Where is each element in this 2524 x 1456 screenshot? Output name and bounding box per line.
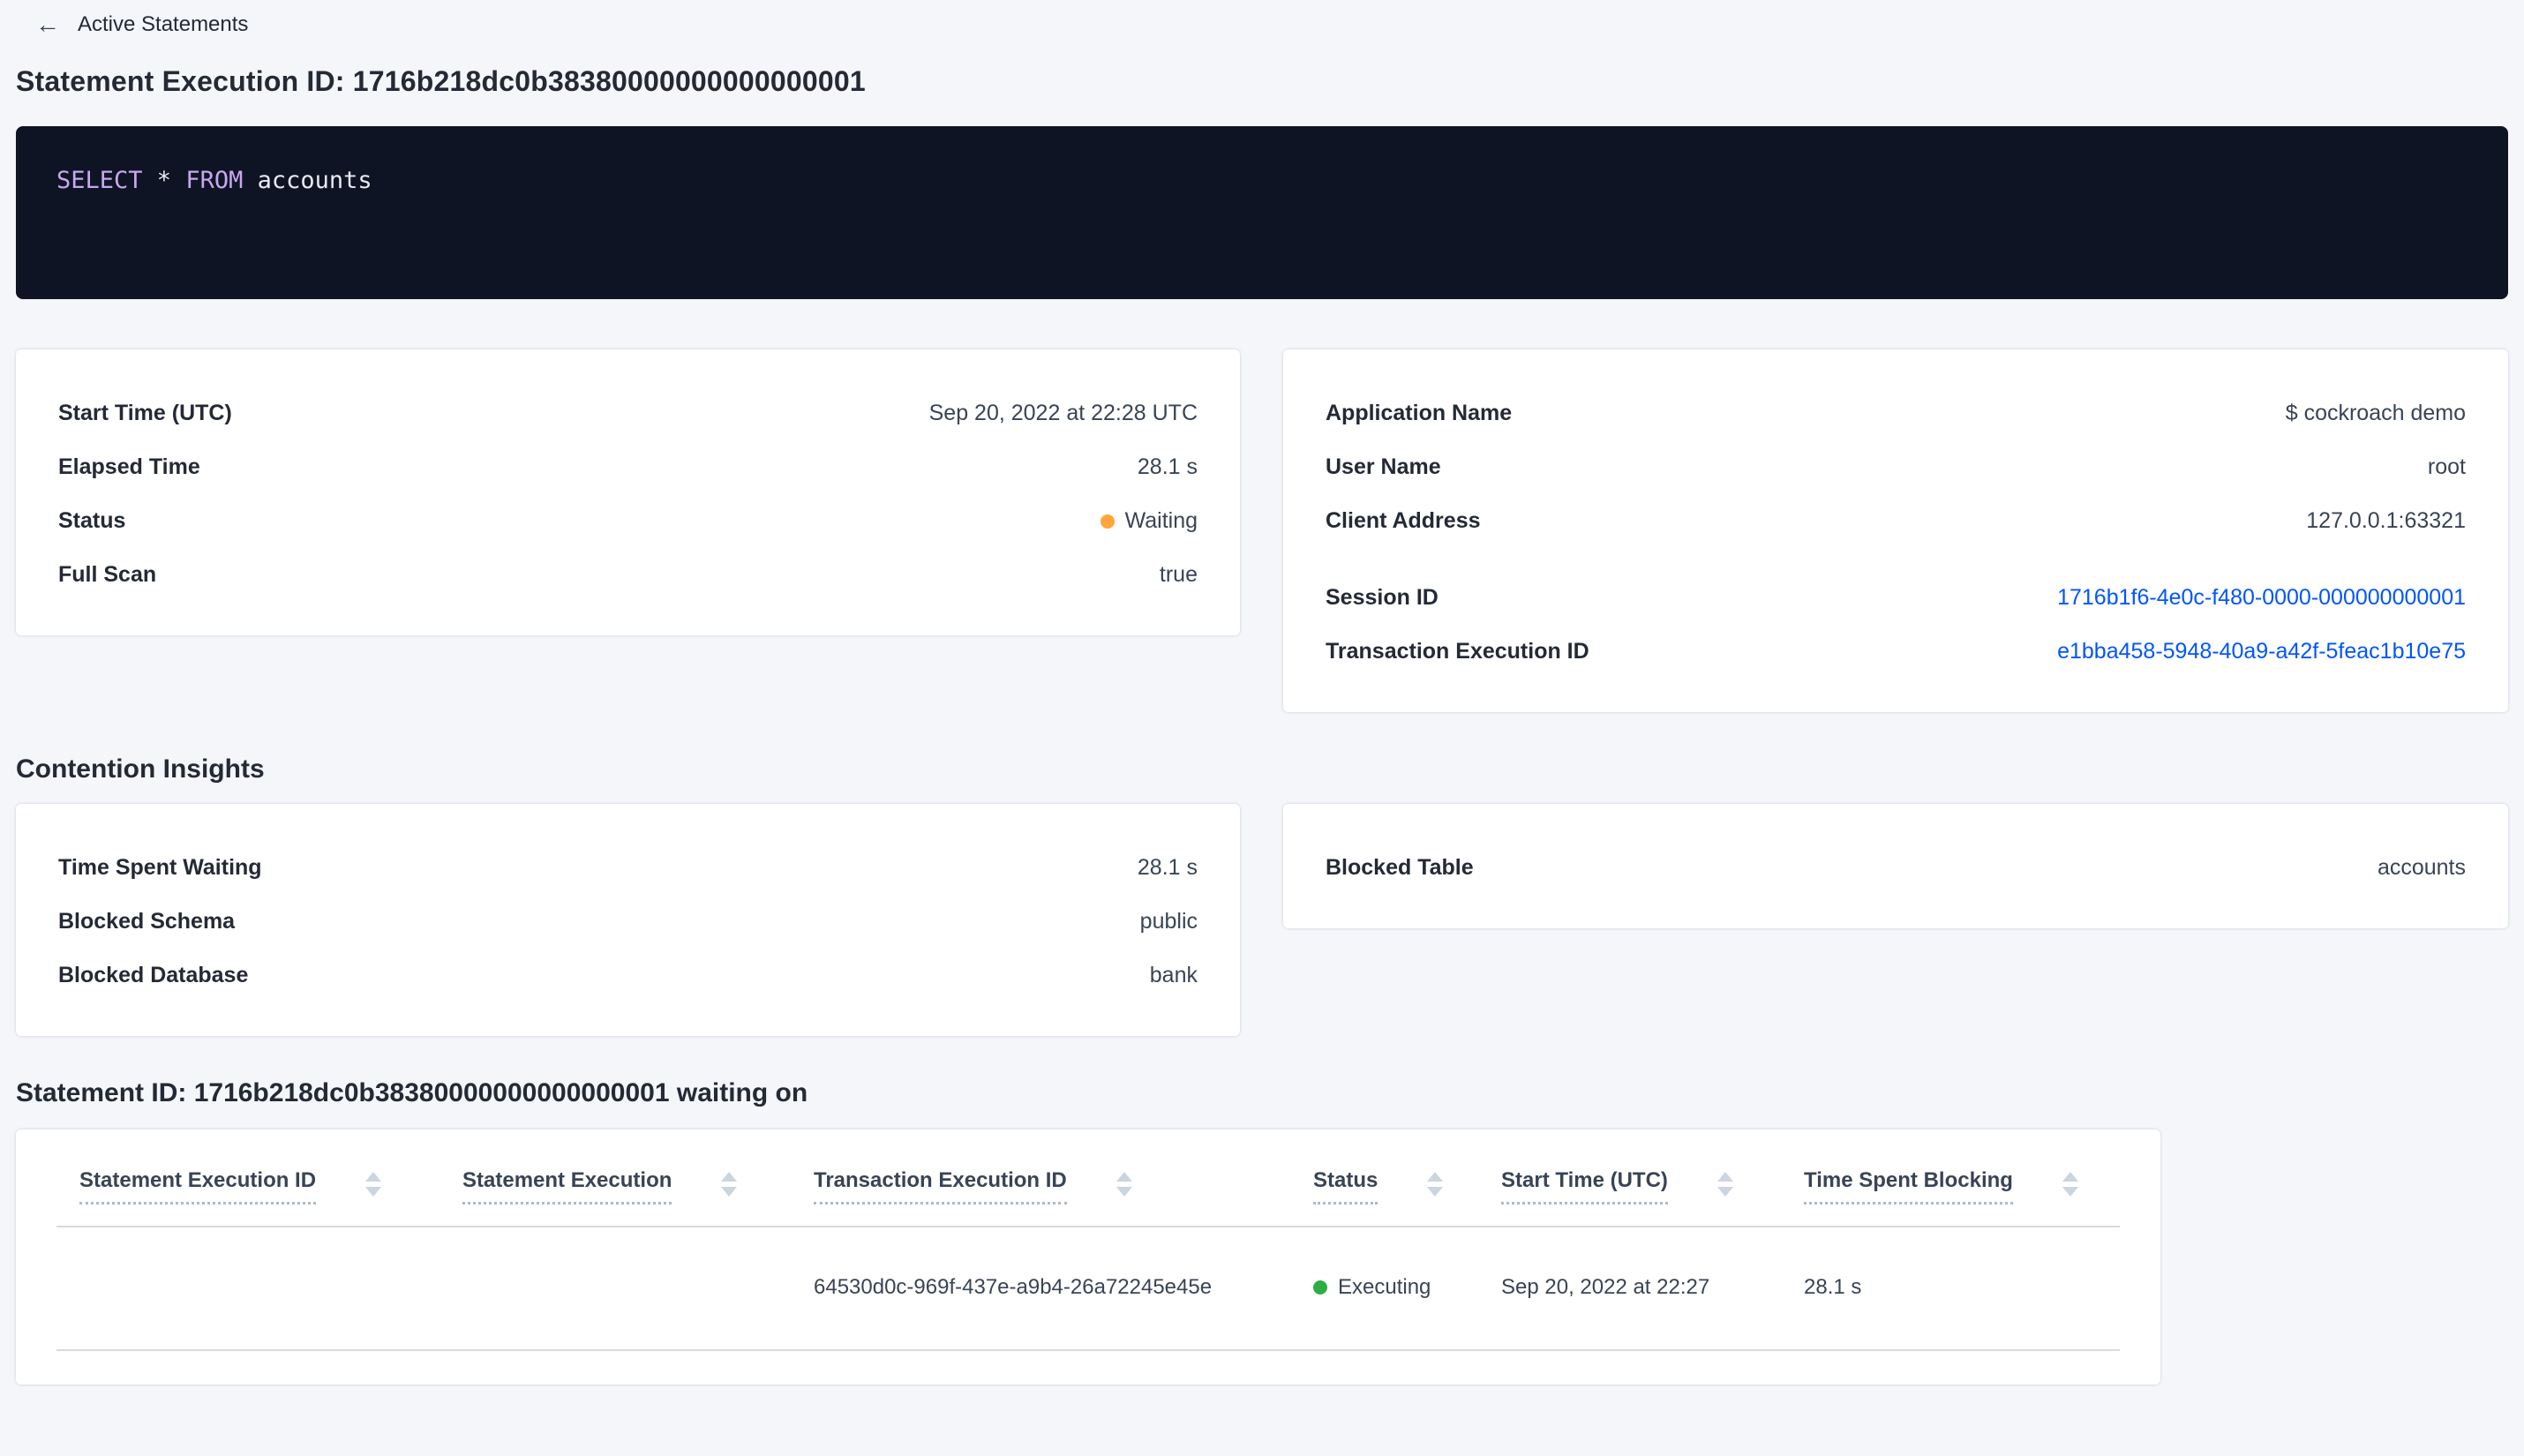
cell-start-time: Sep 20, 2022 at 22:27: [1501, 1275, 1710, 1299]
status-executing-dot-icon: [1313, 1280, 1327, 1295]
sort-arrows-icon[interactable]: [1116, 1172, 1132, 1197]
page-title: Statement Execution ID: 1716b218dc0b3838…: [16, 65, 866, 97]
table-row: 64530d0c-969f-437e-a9b4-26a72245e45e Exe…: [56, 1227, 2120, 1349]
blocked-table-card: Blocked Table accounts: [1283, 804, 2508, 928]
row-blocked-schema: Blocked Schema public: [58, 895, 1198, 949]
row-start-time: Start Time (UTC) Sep 20, 2022 at 22:28 U…: [58, 387, 1198, 440]
cell-time-spent-blocking: 28.1 s: [1804, 1275, 1862, 1299]
transaction-execution-id-label: Transaction Execution ID: [1326, 639, 1589, 664]
row-status: Status Waiting: [58, 494, 1198, 548]
breadcrumb-label: Active Statements: [78, 12, 249, 36]
full-scan-label: Full Scan: [58, 562, 157, 587]
application-name-label: Application Name: [1326, 401, 1513, 425]
sql-table-name: accounts: [243, 167, 372, 194]
user-name-value: root: [2427, 454, 2466, 479]
user-name-label: User Name: [1326, 454, 1441, 479]
blocked-table-value: accounts: [2377, 855, 2466, 880]
sql-keyword-from: FROM: [185, 167, 244, 194]
cell-status-badge: Executing: [1313, 1275, 1501, 1300]
start-time-value: Sep 20, 2022 at 22:28 UTC: [928, 401, 1198, 425]
client-address-label: Client Address: [1326, 508, 1481, 533]
contention-cards-row: Time Spent Waiting 28.1 s Blocked Schema…: [16, 804, 2508, 1036]
session-card-spacer: [1326, 548, 2466, 571]
blocked-database-value: bank: [1149, 963, 1198, 987]
sql-statement-text: SELECT * FROM accounts: [56, 167, 372, 194]
execution-details-card: Start Time (UTC) Sep 20, 2022 at 22:28 U…: [16, 349, 1240, 635]
session-id-link[interactable]: 1716b1f6-4e0c-f480-0000-000000000001: [2057, 585, 2466, 611]
sort-arrows-icon[interactable]: [365, 1172, 382, 1197]
sort-arrows-icon[interactable]: [1427, 1172, 1444, 1197]
column-header-transaction-execution-id[interactable]: Transaction Execution ID: [814, 1168, 1313, 1205]
blocked-schema-label: Blocked Schema: [58, 909, 236, 934]
client-address-value: 127.0.0.1:63321: [2306, 508, 2466, 533]
session-details-card: Application Name $ cockroach demo User N…: [1283, 349, 2508, 712]
column-header-statement-execution-id[interactable]: Statement Execution ID: [79, 1168, 462, 1205]
sort-arrows-icon[interactable]: [721, 1172, 738, 1197]
waiting-on-heading: Statement ID: 1716b218dc0b38380000000000…: [16, 1078, 808, 1107]
row-client-address: Client Address 127.0.0.1:63321: [1326, 494, 2466, 548]
application-name-value: $ cockroach demo: [2285, 401, 2466, 425]
sql-keyword-select: SELECT: [56, 167, 143, 194]
row-blocked-table: Blocked Table accounts: [1326, 841, 2466, 895]
waiting-on-table-card: Statement Execution ID Statement Executi…: [16, 1130, 2160, 1385]
status-waiting-text: Waiting: [1124, 508, 1198, 533]
breadcrumb-back-active-statements[interactable]: ← Active Statements: [16, 0, 2508, 41]
contention-insights-heading: Contention Insights: [16, 754, 265, 784]
elapsed-time-value: 28.1 s: [1137, 454, 1198, 479]
status-waiting-dot-icon: [1100, 514, 1115, 529]
row-user-name: User Name root: [1326, 440, 2466, 494]
overview-cards-row: Start Time (UTC) Sep 20, 2022 at 22:28 U…: [16, 349, 2508, 712]
transaction-execution-id-link[interactable]: e1bba458-5948-40a9-a42f-5feac1b10e75: [2057, 639, 2466, 664]
status-badge: Waiting: [1100, 508, 1198, 534]
statement-execution-details-page: ← Active Statements Statement Execution …: [0, 0, 2524, 1385]
start-time-label: Start Time (UTC): [58, 401, 232, 425]
full-scan-value: true: [1159, 562, 1198, 587]
row-application-name: Application Name $ cockroach demo: [1326, 387, 2466, 440]
blocked-schema-value: public: [1139, 909, 1198, 934]
column-header-status[interactable]: Status: [1313, 1168, 1501, 1205]
waiting-on-table: Statement Execution ID Statement Executi…: [56, 1168, 2120, 1385]
back-arrow-icon: ←: [35, 11, 60, 38]
status-label: Status: [58, 508, 126, 533]
row-blocked-database: Blocked Database bank: [58, 949, 1198, 1002]
column-header-time-spent-blocking[interactable]: Time Spent Blocking: [1804, 1168, 2120, 1205]
row-transaction-execution-id: Transaction Execution ID e1bba458-5948-4…: [1326, 625, 2466, 679]
time-spent-waiting-value: 28.1 s: [1137, 855, 1198, 880]
row-full-scan: Full Scan true: [58, 548, 1198, 602]
table-footer-space: [56, 1351, 2120, 1385]
blocked-database-label: Blocked Database: [58, 963, 249, 987]
row-session-id: Session ID 1716b1f6-4e0c-f480-0000-00000…: [1326, 571, 2466, 625]
sort-arrows-icon[interactable]: [1716, 1172, 1733, 1197]
elapsed-time-label: Elapsed Time: [58, 454, 200, 479]
blocked-table-label: Blocked Table: [1326, 855, 1474, 880]
sql-operator: *: [142, 167, 186, 194]
sql-statement-box: SELECT * FROM accounts: [16, 126, 2508, 299]
waiting-on-table-header: Statement Execution ID Statement Executi…: [56, 1168, 2120, 1226]
contention-waiting-card: Time Spent Waiting 28.1 s Blocked Schema…: [16, 804, 1240, 1036]
cell-transaction-execution-id: 64530d0c-969f-437e-a9b4-26a72245e45e: [814, 1275, 1213, 1299]
session-id-label: Session ID: [1326, 585, 1439, 610]
sort-arrows-icon[interactable]: [2062, 1172, 2078, 1197]
row-elapsed-time: Elapsed Time 28.1 s: [58, 440, 1198, 494]
time-spent-waiting-label: Time Spent Waiting: [58, 855, 262, 880]
row-time-spent-waiting: Time Spent Waiting 28.1 s: [58, 841, 1198, 895]
status-executing-text: Executing: [1338, 1275, 1431, 1299]
column-header-start-time[interactable]: Start Time (UTC): [1501, 1168, 1804, 1205]
column-header-statement-execution[interactable]: Statement Execution: [462, 1168, 814, 1205]
